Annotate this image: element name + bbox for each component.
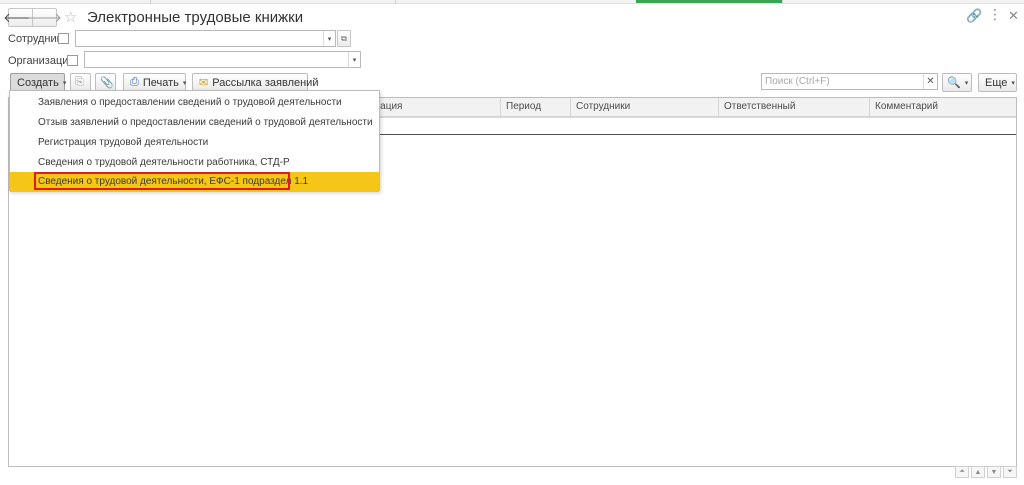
highlight-frame [34, 172, 290, 190]
strip-divider [782, 0, 783, 4]
create-dropdown-menu: Заявления о предоставлении сведений о тр… [9, 90, 380, 192]
favorite-star-icon[interactable]: ☆ [64, 8, 77, 26]
menu-item-withdraw-applications[interactable]: Отзыв заявлений о предоставлении сведени… [10, 113, 379, 133]
organization-field[interactable]: ▾ [84, 51, 361, 68]
search-placeholder: Поиск (Ctrl+F) [765, 76, 830, 87]
strip-divider [395, 0, 396, 4]
top-strip [0, 0, 1024, 4]
scroll-up-icon[interactable]: ▲ [971, 466, 985, 478]
paperclip-icon: 📎 [100, 77, 114, 89]
link-icon[interactable]: 🔗 [966, 8, 982, 24]
printer-icon: ⎙ [130, 76, 139, 88]
create-button-label: Создать [17, 76, 59, 89]
column-header-comment[interactable]: Комментарий [869, 98, 1016, 116]
employee-label: Сотрудник: [8, 33, 65, 45]
search-input[interactable]: Поиск (Ctrl+F) ✕ [761, 73, 938, 90]
close-icon[interactable]: ✕ [1008, 8, 1019, 24]
scroll-down-icon[interactable]: ▼ [987, 466, 1001, 478]
column-header-organization[interactable]: изация [365, 98, 500, 116]
chevron-down-icon: ▾ [182, 79, 187, 87]
chevron-down-icon: ▾ [1011, 79, 1015, 87]
scroll-bottom-icon[interactable]: ⏷ [1003, 466, 1017, 478]
open-form-icon: ⧉ [341, 33, 347, 43]
scroll-top-icon[interactable]: ⏶ [955, 466, 969, 478]
employee-filter-checkbox[interactable] [58, 33, 69, 44]
open-employee-button[interactable]: ⧉ [337, 30, 351, 47]
print-button-label: Печать [142, 76, 179, 89]
column-header-responsible[interactable]: Ответственный [718, 98, 869, 116]
chevron-down-icon: ▾ [964, 79, 969, 87]
arrow-right-icon: 🡒 [27, 9, 62, 25]
more-button[interactable]: Еще ▾ [978, 73, 1017, 92]
menu-item-registration[interactable]: Регистрация трудовой деятельности [10, 133, 379, 153]
forward-button[interactable]: 🡒 [27, 8, 62, 27]
more-options-icon[interactable]: ⋮ [988, 6, 1002, 23]
column-header-employees[interactable]: Сотрудники [570, 98, 718, 116]
page-title: Электронные трудовые книжки [87, 9, 304, 26]
active-window-indicator [636, 0, 782, 3]
chevron-down-icon[interactable]: ▾ [323, 31, 335, 46]
copy-icon: ⎘ [75, 76, 84, 88]
organization-filter-checkbox[interactable] [67, 55, 78, 66]
column-header-period[interactable]: Период [500, 98, 570, 116]
mailing-button-label: Рассылка заявлений [212, 76, 319, 89]
more-button-label: Еще [985, 76, 1008, 89]
search-button[interactable]: 🔍 ▾ [942, 73, 972, 92]
chevron-down-icon[interactable]: ▾ [348, 52, 360, 67]
employee-field[interactable]: ▾ [75, 30, 336, 47]
chevron-down-icon: ▾ [62, 79, 67, 87]
envelope-icon: ✉ [199, 77, 209, 89]
menu-item-std-r[interactable]: Сведения о трудовой деятельности работни… [10, 153, 379, 173]
menu-item-applications[interactable]: Заявления о предоставлении сведений о тр… [10, 93, 379, 113]
strip-divider [150, 0, 151, 4]
clear-search-icon[interactable]: ✕ [923, 74, 937, 89]
menu-item-efs-1[interactable]: Сведения о трудовой деятельности, ЕФС-1 … [10, 172, 379, 192]
search-icon: 🔍 [947, 77, 961, 89]
